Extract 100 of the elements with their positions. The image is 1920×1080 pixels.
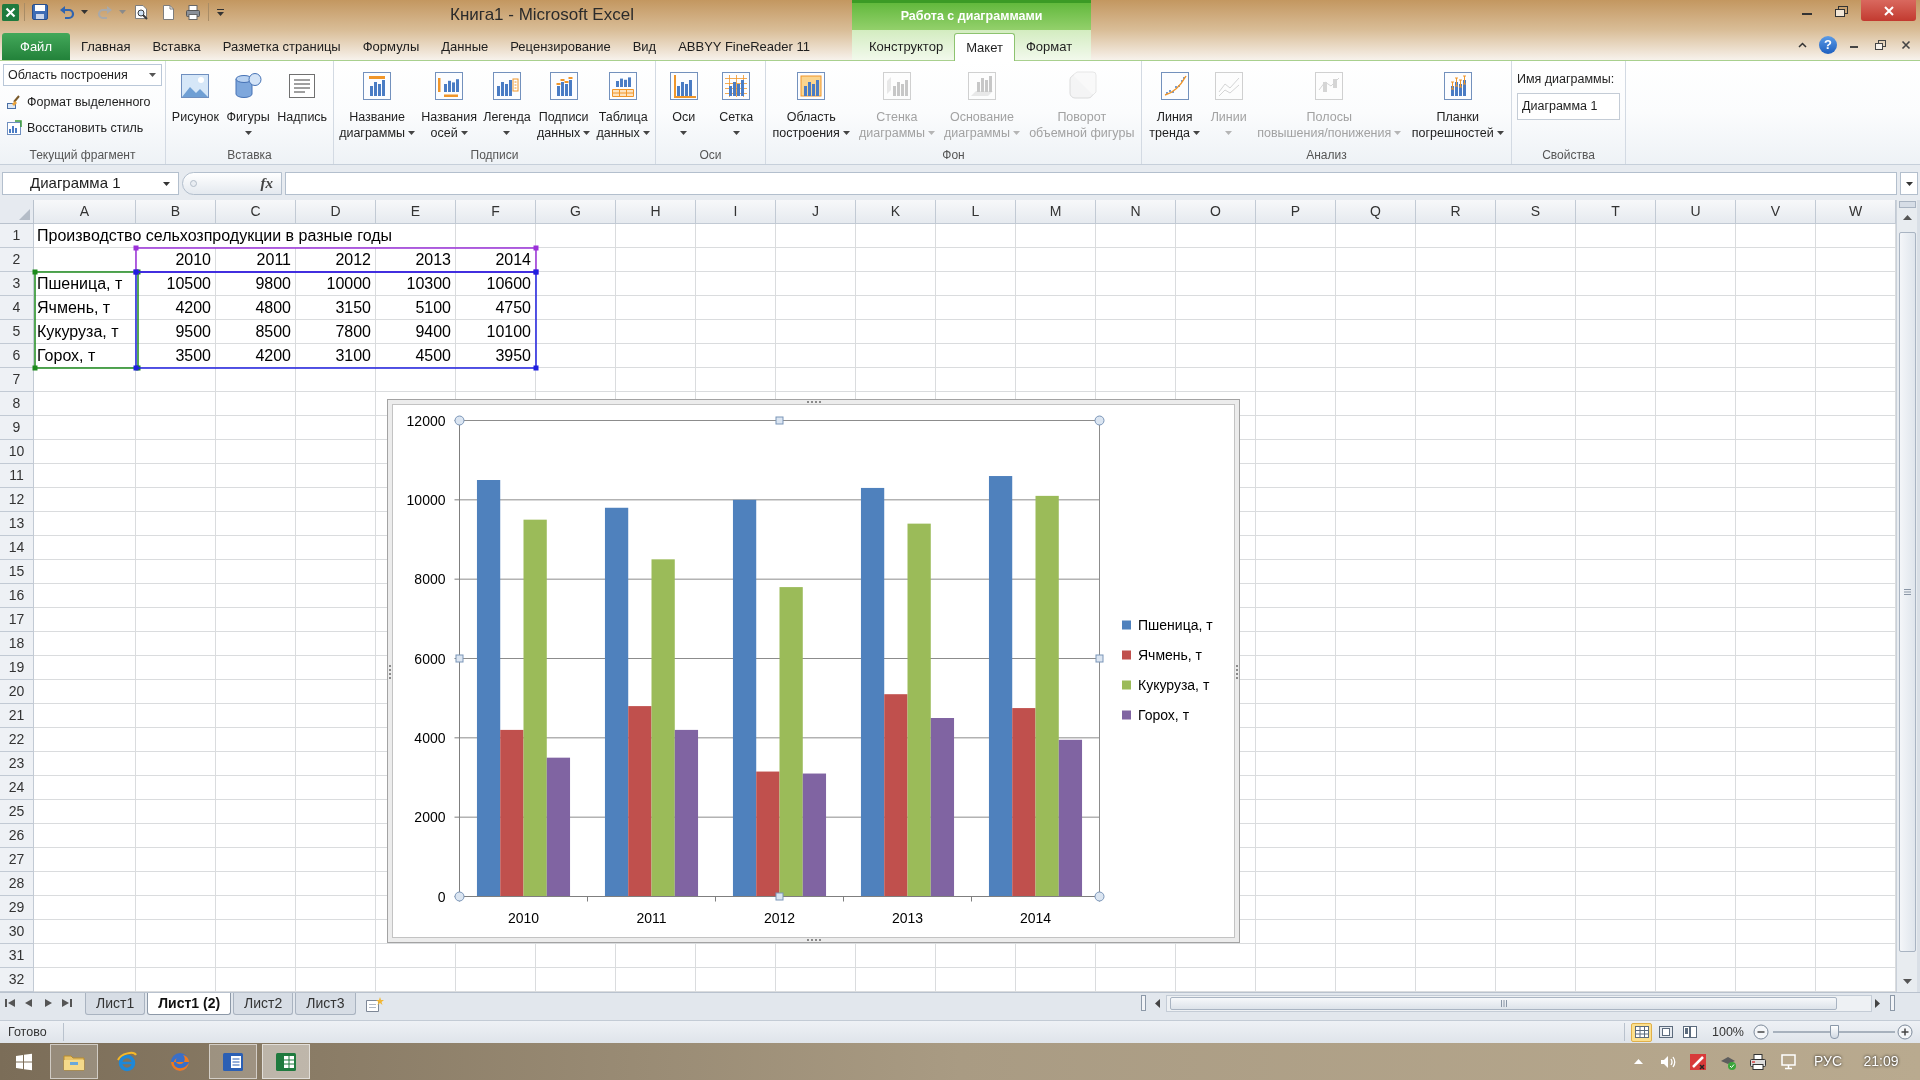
resize-handle[interactable] bbox=[1094, 415, 1105, 426]
bar[interactable] bbox=[930, 718, 955, 897]
ribbon-button[interactable]: Область построения bbox=[769, 61, 853, 141]
resize-handle[interactable] bbox=[775, 416, 784, 425]
ribbon-button[interactable]: Фигуры bbox=[223, 61, 273, 141]
row-header[interactable]: 3 bbox=[0, 272, 34, 296]
zoom-slider-thumb[interactable] bbox=[1830, 1025, 1839, 1039]
four-panes-icon[interactable] bbox=[15, 1052, 33, 1071]
ribbon-tab[interactable]: Вставка bbox=[141, 34, 212, 60]
row-header[interactable]: 32 bbox=[0, 968, 34, 992]
vertical-scrollbar[interactable] bbox=[1896, 200, 1917, 992]
row-header[interactable]: 10 bbox=[0, 440, 34, 464]
row-header[interactable]: 6 bbox=[0, 344, 34, 368]
row-header[interactable]: 1 bbox=[0, 224, 34, 248]
row-header[interactable]: 9 bbox=[0, 416, 34, 440]
first-arrow-icon[interactable] bbox=[4, 998, 16, 1008]
scroll-left-arrow-icon[interactable] bbox=[1155, 998, 1160, 1008]
ribbon-tab[interactable]: Вид bbox=[621, 34, 668, 60]
ribbon-tab[interactable]: Конструктор bbox=[858, 34, 955, 60]
scroll-down-arrow-icon[interactable] bbox=[1902, 979, 1912, 984]
new-sheet-icon[interactable] bbox=[363, 996, 386, 1012]
column-header[interactable]: I bbox=[696, 200, 776, 224]
help-button[interactable]: ? bbox=[1819, 36, 1837, 54]
bar[interactable] bbox=[628, 706, 652, 897]
row-header[interactable]: 7 bbox=[0, 368, 34, 392]
resize-handle[interactable] bbox=[1094, 891, 1105, 902]
row-header[interactable]: 31 bbox=[0, 944, 34, 968]
chart-element-dropdown[interactable]: Область построения bbox=[3, 64, 162, 86]
column-header[interactable]: N bbox=[1096, 200, 1176, 224]
horizontal-scrollbar[interactable] bbox=[1166, 994, 1872, 1012]
ribbon-button[interactable]: Таблица данных bbox=[593, 61, 653, 141]
split-handle[interactable] bbox=[1898, 201, 1916, 208]
column-header[interactable]: O bbox=[1176, 200, 1256, 224]
ribbon-tab[interactable]: Данные bbox=[430, 34, 500, 60]
ribbon-button[interactable]: Название диаграммы bbox=[336, 61, 418, 141]
column-header[interactable]: R bbox=[1416, 200, 1496, 224]
scrollbar-thumb[interactable] bbox=[1170, 996, 1837, 1010]
ribbon-tab[interactable]: Главная bbox=[69, 34, 142, 60]
bar[interactable] bbox=[756, 771, 780, 897]
sheet-tab[interactable]: Лист1 bbox=[85, 993, 146, 1015]
ribbon-tab[interactable]: ABBYY FineReader 11 bbox=[667, 34, 821, 60]
ribbon-tab[interactable]: Формулы bbox=[351, 34, 431, 60]
save-icon[interactable] bbox=[32, 4, 48, 20]
scrollbar-thumb[interactable] bbox=[1898, 232, 1916, 952]
column-header[interactable]: G bbox=[536, 200, 616, 224]
column-header[interactable]: U bbox=[1656, 200, 1736, 224]
row-header[interactable]: 15 bbox=[0, 560, 34, 584]
bar[interactable] bbox=[674, 729, 699, 897]
column-header[interactable]: V bbox=[1736, 200, 1816, 224]
scroll-up-arrow-icon[interactable] bbox=[1902, 215, 1912, 220]
column-header[interactable]: B bbox=[136, 200, 216, 224]
ribbon-button[interactable]: Рисунок bbox=[168, 61, 222, 125]
printer-icon[interactable] bbox=[185, 4, 201, 20]
slashed-tile-icon[interactable] bbox=[1689, 1052, 1707, 1071]
bar[interactable] bbox=[604, 507, 629, 897]
resize-grip-icon[interactable] bbox=[807, 938, 821, 942]
print-preview-icon[interactable] bbox=[133, 4, 149, 20]
close-icon[interactable] bbox=[1901, 40, 1911, 50]
bar[interactable] bbox=[884, 694, 908, 897]
resize-handle[interactable] bbox=[454, 891, 465, 902]
split-handle[interactable] bbox=[1890, 995, 1895, 1011]
column-header[interactable]: W bbox=[1816, 200, 1896, 224]
column-header[interactable]: A bbox=[34, 200, 136, 224]
row-header[interactable]: 24 bbox=[0, 776, 34, 800]
undo-icon[interactable] bbox=[59, 4, 75, 20]
bar[interactable] bbox=[802, 773, 827, 897]
file-tab[interactable]: Файл bbox=[2, 33, 70, 60]
row-header[interactable]: 12 bbox=[0, 488, 34, 512]
ribbon-button[interactable]: Легенда bbox=[480, 61, 534, 141]
ribbon-command-button[interactable]: Восстановить стиль bbox=[3, 116, 147, 140]
bar[interactable] bbox=[988, 476, 1013, 897]
column-header[interactable]: L bbox=[936, 200, 1016, 224]
restore-icon[interactable] bbox=[1834, 4, 1848, 17]
row-header[interactable]: 17 bbox=[0, 608, 34, 632]
right-arrow-icon[interactable] bbox=[42, 998, 54, 1008]
ribbon-tab[interactable]: Формат bbox=[1014, 34, 1084, 60]
taskbar-app-button[interactable] bbox=[262, 1044, 310, 1079]
row-header[interactable]: 28 bbox=[0, 872, 34, 896]
bar[interactable] bbox=[860, 487, 885, 897]
row-header[interactable]: 21 bbox=[0, 704, 34, 728]
chart-name-field[interactable]: Диаграмма 1 bbox=[1517, 92, 1620, 120]
split-handle[interactable] bbox=[1141, 995, 1146, 1011]
row-header[interactable]: 27 bbox=[0, 848, 34, 872]
bar[interactable] bbox=[476, 480, 501, 897]
ribbon-button[interactable]: Оси bbox=[664, 61, 703, 141]
row-header[interactable]: 23 bbox=[0, 752, 34, 776]
row-header[interactable]: 4 bbox=[0, 296, 34, 320]
column-header[interactable]: Q bbox=[1336, 200, 1416, 224]
row-header[interactable]: 5 bbox=[0, 320, 34, 344]
row-header[interactable]: 11 bbox=[0, 464, 34, 488]
ribbon-button[interactable]: Сетка bbox=[716, 61, 757, 141]
row-header[interactable]: 30 bbox=[0, 920, 34, 944]
bar[interactable] bbox=[1012, 708, 1036, 897]
row-header[interactable]: 2 bbox=[0, 248, 34, 272]
ribbon-button[interactable]: Подписи данных bbox=[534, 61, 594, 141]
formula-field[interactable] bbox=[285, 172, 1897, 195]
row-header[interactable]: 25 bbox=[0, 800, 34, 824]
column-header[interactable]: D bbox=[296, 200, 376, 224]
spreadsheet-logo-icon[interactable] bbox=[2, 3, 19, 21]
zoom-out-icon[interactable] bbox=[1753, 1024, 1769, 1040]
